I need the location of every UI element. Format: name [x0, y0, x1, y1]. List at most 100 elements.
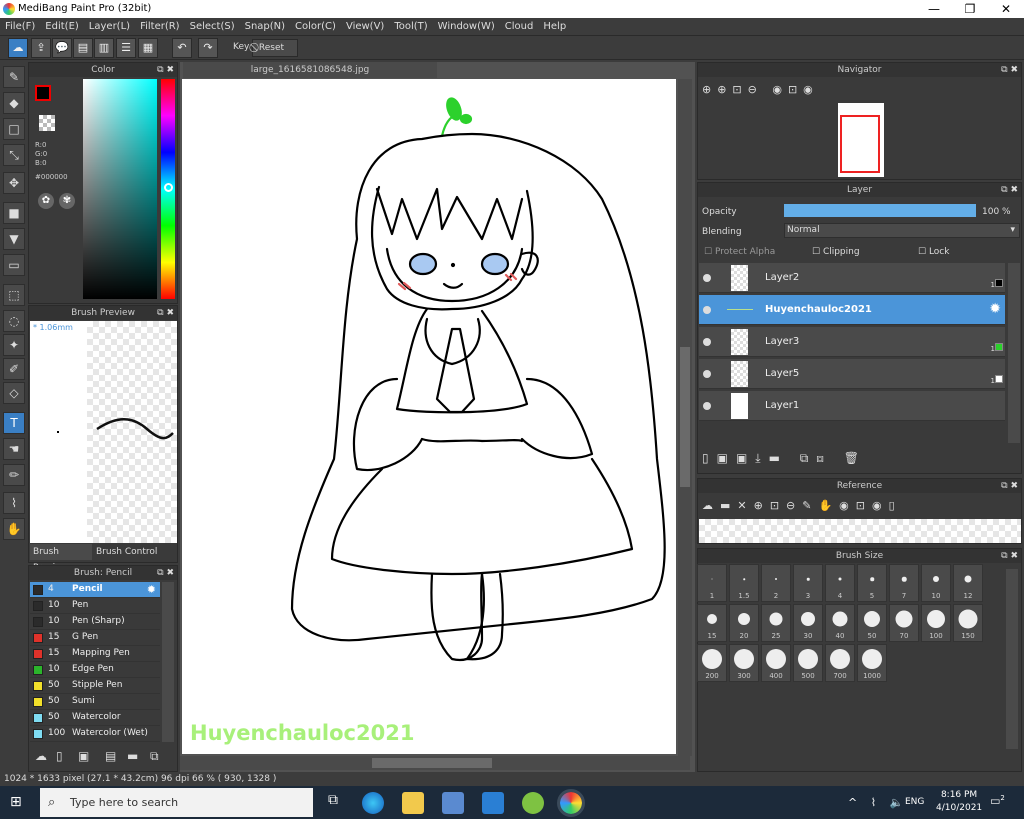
brush-size-option[interactable]: 400: [761, 644, 791, 682]
taskbar-search[interactable]: ⌕ Type here to search: [40, 788, 313, 817]
undo-icon[interactable]: ↶: [172, 38, 192, 58]
new-brush-icon[interactable]: ▯: [56, 749, 63, 763]
brush-size-option[interactable]: 1.5: [729, 564, 759, 602]
brush-size-scrollbar[interactable]: [1006, 569, 1018, 749]
comment-icon[interactable]: 💬: [52, 38, 72, 58]
input-language[interactable]: ENG: [905, 797, 924, 807]
panel-close-icon[interactable]: ⧉ ✖: [1001, 479, 1018, 493]
file-explorer-icon[interactable]: [402, 792, 424, 814]
text-tool-icon[interactable]: T: [3, 412, 25, 434]
menu-tool[interactable]: Tool(T): [389, 18, 432, 36]
brush-size-option[interactable]: 150: [953, 604, 983, 642]
layer-row[interactable]: Huyenchauloc2021 ✹: [699, 295, 1005, 325]
brush-tool-icon[interactable]: ✎: [3, 66, 25, 88]
system-tray-icons[interactable]: ^ ⌇ 🔈: [848, 796, 908, 809]
layer-row[interactable]: Layer5 1: [699, 359, 1005, 389]
operation-tool-icon[interactable]: ☚: [3, 438, 25, 460]
brush-size-option[interactable]: 4: [825, 564, 855, 602]
brush-item[interactable]: 4 Pencil ✹: [30, 582, 160, 598]
grid-icon[interactable]: ▦: [138, 38, 158, 58]
eyedropper-tool-icon[interactable]: ⌇: [3, 492, 25, 514]
document-tab[interactable]: large_1616581086548.jpg: [183, 62, 437, 78]
notification-icon[interactable]: ▭2: [990, 794, 1010, 812]
layer-row[interactable]: Layer2 1: [699, 263, 1005, 293]
brush-size-option[interactable]: 40: [825, 604, 855, 642]
layer-row[interactable]: Layer1: [699, 391, 1005, 421]
menu-snap[interactable]: Snap(N): [240, 18, 290, 36]
panel-close-icon[interactable]: ⧉ ✖: [157, 566, 174, 580]
edge-browser-icon[interactable]: [362, 792, 384, 814]
gear-icon[interactable]: ✹: [147, 583, 156, 596]
menu-filter[interactable]: Filter(R): [135, 18, 185, 36]
visibility-icon[interactable]: [703, 338, 711, 346]
palette-icon[interactable]: ✿: [38, 193, 54, 209]
visibility-icon[interactable]: [703, 370, 711, 378]
windows-start-icon[interactable]: ⊞: [10, 794, 26, 810]
minimize-button[interactable]: —: [916, 0, 952, 18]
visibility-icon[interactable]: [703, 402, 711, 410]
page-icon[interactable]: ▥: [94, 38, 114, 58]
taskbar-clock[interactable]: 8:16 PM 4/10/2021: [936, 789, 982, 815]
brush-size-option[interactable]: 50: [857, 604, 887, 642]
brush-size-option[interactable]: 7: [889, 564, 919, 602]
reset-button[interactable]: ⃠ Reset: [252, 39, 298, 57]
brush-size-option[interactable]: 5: [857, 564, 887, 602]
brush-item[interactable]: 15 G Pen: [30, 630, 160, 646]
brush-size-option[interactable]: 10: [921, 564, 951, 602]
add-brush-icon[interactable]: ▣: [78, 749, 89, 763]
move-tool-icon[interactable]: ✥: [3, 172, 25, 194]
menu-file[interactable]: File(F): [0, 18, 40, 36]
tab-brush-preview[interactable]: Brush Preview: [30, 544, 92, 573]
menu-layer[interactable]: Layer(L): [84, 18, 135, 36]
foreground-color-swatch[interactable]: [35, 85, 51, 101]
bucket-tool-icon[interactable]: ▼: [3, 228, 25, 250]
color-history-icon[interactable]: ✾: [59, 193, 75, 209]
brush-size-option[interactable]: 2: [761, 564, 791, 602]
panel-close-icon[interactable]: ⧉ ✖: [1001, 183, 1018, 197]
brush-size-option[interactable]: 20: [729, 604, 759, 642]
panel-close-icon[interactable]: ⧉ ✖: [157, 63, 174, 77]
brush-size-option[interactable]: 30: [793, 604, 823, 642]
gear-icon[interactable]: ✹: [989, 301, 1001, 317]
brush-size-option[interactable]: 700: [825, 644, 855, 682]
menu-color[interactable]: Color(C): [290, 18, 341, 36]
fill-rect-tool-icon[interactable]: ■: [3, 202, 25, 224]
brush-item[interactable]: 50 Watercolor: [30, 710, 160, 726]
color-saturation-picker[interactable]: [83, 79, 157, 299]
reference-tools[interactable]: ☁▬✕⊕⊡⊖✎✋◉⊡◉▯: [702, 499, 902, 512]
eraser-tool-icon[interactable]: ◆: [3, 92, 25, 114]
select-eraser-tool-icon[interactable]: ◇: [3, 382, 25, 404]
hand-tool-icon[interactable]: ✋: [3, 518, 25, 540]
navigator-zoom-controls[interactable]: ⊕⊕⊡⊖ ◉⊡◉: [702, 83, 819, 96]
layer-list-scrollbar[interactable]: [1008, 263, 1020, 443]
folder-icon[interactable]: ▬: [127, 749, 138, 763]
brush-item[interactable]: 50 Sumi: [30, 694, 160, 710]
brush-size-option[interactable]: 100: [921, 604, 951, 642]
brush-item[interactable]: 10 Pen: [30, 598, 160, 614]
gradient-tool-icon[interactable]: ▭: [3, 254, 25, 276]
select-pen-tool-icon[interactable]: ✐: [3, 358, 25, 380]
brush-item[interactable]: 100 Watercolor (Wet): [30, 726, 160, 742]
blending-select[interactable]: Normal ▾: [784, 223, 1020, 238]
lasso-tool-icon[interactable]: ◌: [3, 310, 25, 332]
brush-size-option[interactable]: 15: [697, 604, 727, 642]
panel-close-icon[interactable]: ⧉ ✖: [157, 306, 174, 320]
share-icon[interactable]: ⇪: [31, 38, 51, 58]
medibang-taskbar-icon[interactable]: [557, 789, 585, 817]
select-rect-tool-icon[interactable]: ⬚: [3, 284, 25, 306]
task-view-icon[interactable]: ⧉: [322, 792, 344, 814]
hue-handle[interactable]: [164, 183, 173, 192]
navigator-viewport[interactable]: [840, 115, 880, 173]
drawing-canvas[interactable]: Huyenchauloc2021: [182, 79, 676, 754]
tab-brush-control[interactable]: Brush Control: [93, 544, 163, 560]
canvas-horizontal-scrollbar[interactable]: [180, 756, 690, 770]
maximize-button[interactable]: ❐: [952, 0, 988, 18]
pen-tool-icon[interactable]: ✏: [3, 464, 25, 486]
menu-edit[interactable]: Edit(E): [40, 18, 84, 36]
vertical-scroll-thumb[interactable]: [680, 347, 690, 487]
app-icon[interactable]: [522, 792, 544, 814]
brush-item[interactable]: 10 Edge Pen: [30, 662, 160, 678]
cloud-icon[interactable]: ☁: [8, 38, 28, 58]
brush-size-option[interactable]: 300: [729, 644, 759, 682]
brush-item[interactable]: 10 Pen (Sharp): [30, 614, 160, 630]
